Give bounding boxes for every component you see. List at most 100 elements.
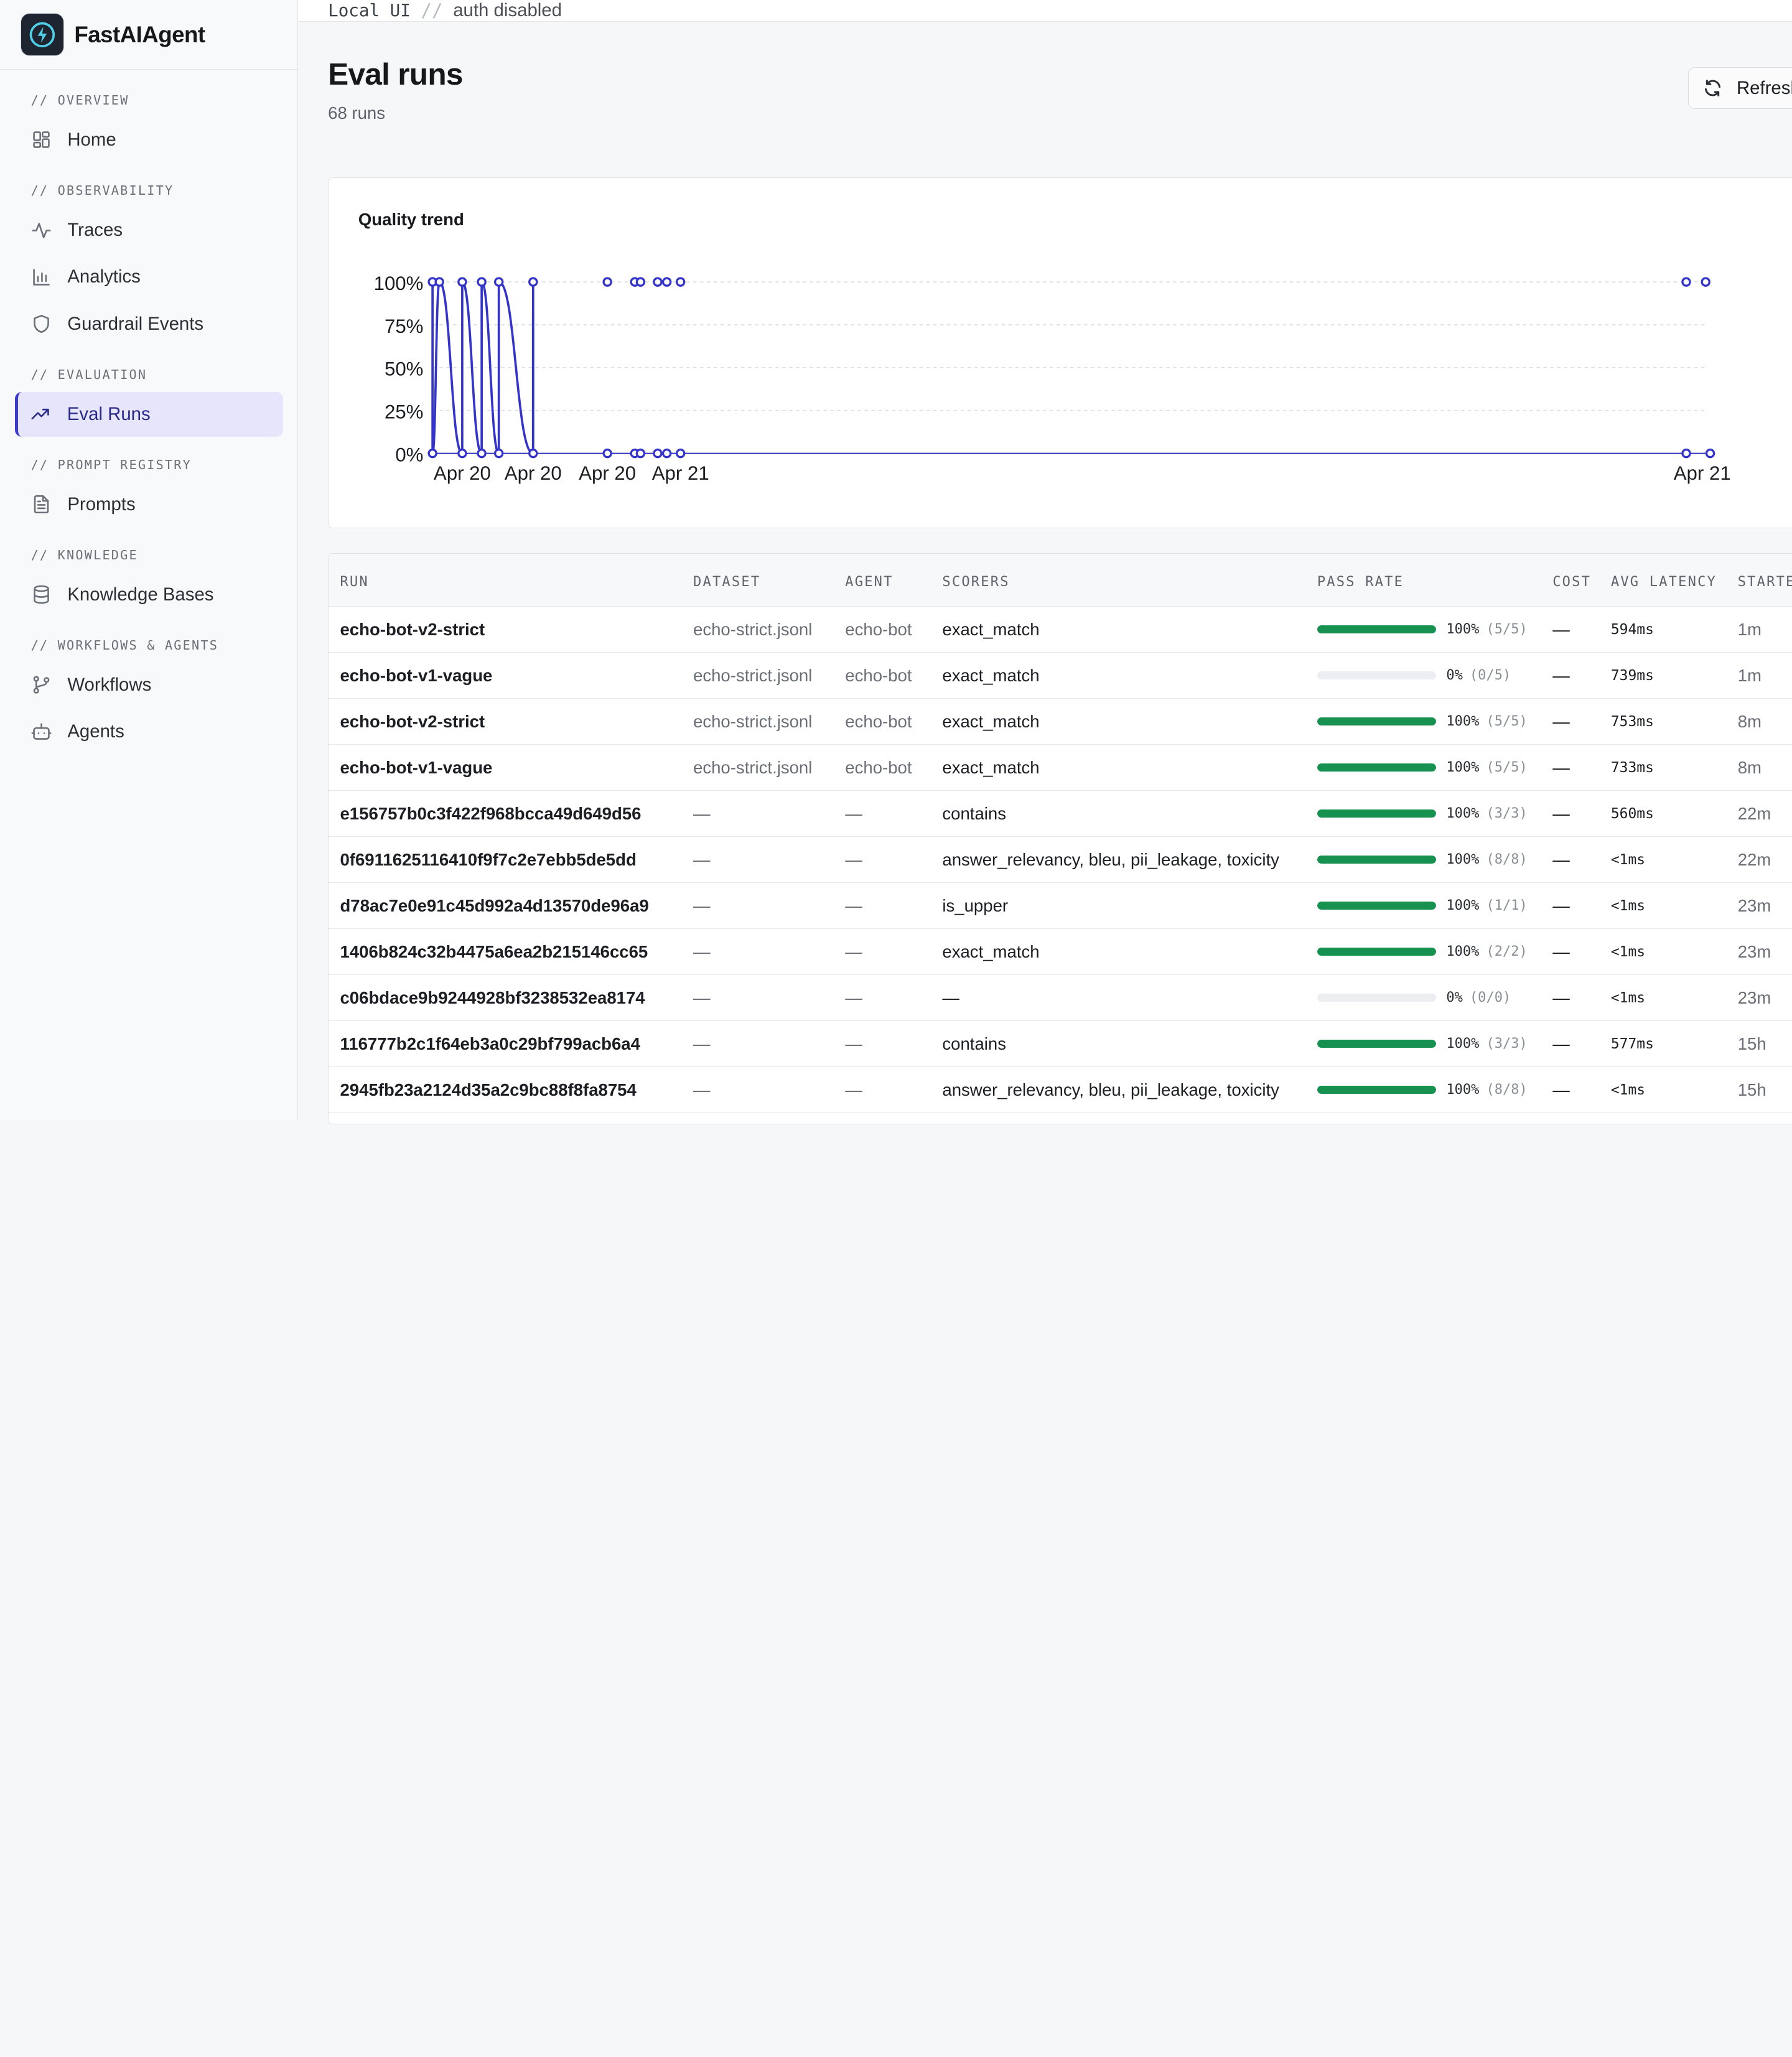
pass-rate-cell: 100% (8/8) bbox=[1305, 836, 1541, 884]
pass-rate-fill bbox=[1317, 763, 1436, 772]
table-row[interactable]: e156757b0c3f422f968bcca49d649d56— — contai… bbox=[329, 790, 1792, 837]
refresh-label: Refresh bbox=[1736, 77, 1792, 98]
nav-section: // WORKFLOWS & AGENTS Workflows Agents bbox=[15, 633, 283, 754]
pass-rate: 100% (3/3) bbox=[1317, 1036, 1541, 1052]
column-header-dataset[interactable]: DATASET bbox=[681, 554, 834, 607]
agent-cell: — bbox=[833, 974, 931, 1022]
sidebar-item-traces[interactable]: Traces bbox=[15, 208, 283, 253]
pass-rate: 100% (5/5) bbox=[1317, 714, 1541, 729]
agent-cell: — bbox=[833, 1020, 931, 1068]
brand[interactable]: FastAIAgent bbox=[0, 0, 298, 70]
nav-section: // OVERVIEW Home bbox=[15, 88, 283, 162]
nav-section-heading: // OVERVIEW bbox=[30, 92, 129, 108]
table-row[interactable]: echo-bot-v1-vague echo-strict.jsonl echo-b… bbox=[329, 652, 1792, 699]
page-title: Eval runs bbox=[328, 57, 463, 92]
sidebar-item-eval-runs[interactable]: Eval Runs bbox=[14, 391, 283, 437]
nav-section-heading: // OBSERVABILITY bbox=[30, 182, 174, 198]
cost-cell: — bbox=[1541, 1066, 1600, 1114]
pass-rate: 100% (5/5) bbox=[1317, 622, 1541, 637]
sidebar-item-prompts[interactable]: Prompts bbox=[15, 482, 283, 527]
pass-rate-fill bbox=[1317, 856, 1436, 864]
shield-icon bbox=[31, 314, 52, 334]
scorers-cell: exact_match bbox=[931, 744, 1306, 791]
pass-rate-bar bbox=[1317, 1040, 1436, 1048]
run-name: 116777b2c1f64eb3a0c29bf799acb6a4 bbox=[329, 1020, 682, 1068]
table-body: echo-bot-v2-strict echo-strict.jsonl echo-… bbox=[329, 606, 1792, 1114]
nav-section: // KNOWLEDGE Knowledge Bases bbox=[15, 543, 283, 617]
avg-latency-cell: <1ms bbox=[1599, 836, 1727, 884]
table-row[interactable]: 2945fb23a2124d35a2c9bc88f8fa8754— — answer… bbox=[329, 1066, 1792, 1114]
run-name: echo-bot-v2-strict bbox=[329, 698, 682, 745]
trending-up-icon bbox=[30, 404, 51, 424]
pass-rate-bar bbox=[1317, 1086, 1436, 1094]
scorers-cell: answer_relevancy, bleu, pii_leakage, tox… bbox=[931, 836, 1306, 884]
avg-latency-cell: 739ms bbox=[1599, 652, 1727, 699]
x-tick-label: Apr 20 bbox=[505, 462, 562, 484]
run-name: c06bdace9b9244928bf3238532ea8174 bbox=[329, 974, 682, 1022]
pass-rate-fraction: (3/3) bbox=[1486, 806, 1528, 822]
agent-cell: — bbox=[833, 882, 931, 930]
cost-cell: — bbox=[1541, 744, 1600, 791]
data-point bbox=[477, 277, 487, 287]
pass-rate-cell: 100% (8/8) bbox=[1305, 1066, 1541, 1114]
sidebar-item-home[interactable]: Home bbox=[15, 118, 283, 162]
column-header-run[interactable]: RUN bbox=[329, 554, 682, 607]
table-row[interactable]: 116777b2c1f64eb3a0c29bf799acb6a4— — contai… bbox=[329, 1020, 1792, 1068]
column-header-avg-latency[interactable]: AVG LATENCY bbox=[1599, 554, 1727, 607]
table-row[interactable]: c06bdace9b9244928bf3238532ea8174— — — 0% (… bbox=[329, 974, 1792, 1022]
sidebar-item-agents[interactable]: Agents bbox=[15, 709, 283, 754]
agent-cell: — bbox=[833, 1066, 931, 1114]
refresh-button[interactable]: Refresh bbox=[1687, 67, 1792, 109]
data-point bbox=[494, 277, 504, 287]
sidebar-nav: // OVERVIEW Home // OBSERVABILITY Traces Ana… bbox=[0, 70, 297, 754]
breadcrumb: Local UI // auth disabled bbox=[328, 0, 562, 21]
pass-rate-fraction: (2/2) bbox=[1486, 944, 1528, 960]
sidebar-item-analytics[interactable]: Analytics bbox=[15, 255, 283, 300]
sidebar-item-label: Analytics bbox=[67, 266, 141, 287]
pass-rate-fraction: (5/5) bbox=[1486, 622, 1528, 638]
run-count: 68 runs bbox=[328, 103, 386, 123]
database-icon bbox=[31, 584, 52, 605]
data-point bbox=[494, 448, 504, 459]
sidebar-item-label: Agents bbox=[67, 721, 124, 742]
column-header-cost[interactable]: COST bbox=[1541, 554, 1600, 607]
scorers-cell: exact_match bbox=[931, 928, 1306, 976]
pass-rate-fraction: (0/5) bbox=[1469, 668, 1511, 684]
cost-cell: — bbox=[1541, 698, 1600, 745]
pass-rate-cell: 100% (3/3) bbox=[1305, 1020, 1541, 1068]
column-header-scorers[interactable]: SCORERS bbox=[931, 554, 1306, 607]
column-header-pass-rate[interactable]: PASS RATE bbox=[1305, 554, 1541, 607]
sidebar-item-workflows[interactable]: Workflows bbox=[15, 663, 283, 707]
table-row[interactable]: echo-bot-v1-vague echo-strict.jsonl echo-b… bbox=[329, 744, 1792, 791]
eval-runs-table-card: RUN DATASET AGENT SCORERS PASS RATE COST AVG L… bbox=[328, 553, 1792, 1125]
table-row[interactable]: echo-bot-v2-strict echo-strict.jsonl echo-… bbox=[329, 698, 1792, 745]
started-cell: 8m bbox=[1726, 698, 1792, 745]
sidebar-item-knowledge-bases[interactable]: Knowledge Bases bbox=[15, 572, 283, 617]
avg-latency-cell: <1ms bbox=[1599, 928, 1727, 976]
nav-section: // PROMPT REGISTRY Prompts bbox=[15, 452, 283, 526]
pass-rate-bar bbox=[1317, 763, 1436, 772]
pass-rate-percent: 0% bbox=[1446, 990, 1463, 1006]
breadcrumb-separator: // bbox=[421, 0, 443, 21]
pass-rate-bar bbox=[1317, 856, 1436, 864]
bolt-logo-icon bbox=[21, 12, 64, 57]
sidebar-item-guardrail-events[interactable]: Guardrail Events bbox=[15, 302, 283, 347]
x-tick-label: Apr 21 bbox=[652, 462, 709, 484]
column-header-started[interactable]: STARTED bbox=[1726, 554, 1792, 607]
data-point bbox=[1681, 277, 1691, 287]
table-row[interactable]: 0f6911625116410f9f7c2e7ebb5de5dd — — answer… bbox=[329, 836, 1792, 884]
cost-cell: — bbox=[1541, 652, 1600, 699]
column-header-agent[interactable]: AGENT bbox=[833, 554, 931, 607]
table-row[interactable]: 1406b824c32b4475a6ea2b215146cc65— — exact_… bbox=[329, 928, 1792, 976]
scorers-cell: exact_match bbox=[931, 698, 1306, 745]
data-point bbox=[457, 448, 467, 459]
pass-rate-fill bbox=[1317, 1086, 1436, 1094]
pass-rate-bar bbox=[1317, 671, 1436, 679]
sidebar-item-label: Eval Runs bbox=[67, 403, 151, 424]
dataset-cell: echo-strict.jsonl bbox=[681, 606, 834, 653]
pass-rate-percent: 100% bbox=[1446, 714, 1480, 730]
table-row[interactable]: echo-bot-v2-strict echo-strict.jsonl echo-… bbox=[329, 606, 1792, 653]
table-row[interactable]: d78ac7e0e91c45d992a4d13570de96a9— — is_upp… bbox=[329, 882, 1792, 930]
data-point bbox=[457, 277, 467, 287]
cost-cell: — bbox=[1541, 974, 1600, 1022]
